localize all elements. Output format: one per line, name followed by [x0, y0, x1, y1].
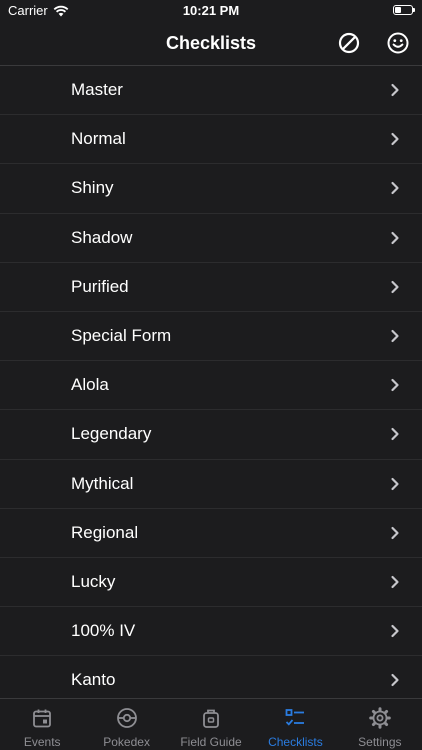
tab-bar: Events Pokedex Field Guide Checklists Settin…: [0, 698, 422, 750]
chevron-right-icon: [391, 624, 399, 638]
checklist-row-label: Mythical: [71, 473, 134, 493]
checklist-row-label: Master: [71, 80, 123, 99]
gear-icon: [369, 707, 391, 729]
tab-label: Pokedex: [103, 735, 150, 749]
status-bar: Carrier 10:21 PM: [0, 0, 422, 22]
prohibited-icon[interactable]: [337, 31, 361, 55]
checklist-list: Master Normal Shiny Shadow Purified Special F…: [0, 66, 422, 698]
calendar-icon: [33, 709, 52, 728]
checklist-row-label: Regional: [71, 522, 139, 542]
tab-label: Checklists: [268, 735, 323, 749]
tab-label: Events: [23, 735, 61, 749]
checklist-row[interactable]: Lucky: [0, 557, 422, 608]
checklist-row-label: Legendary: [71, 424, 152, 444]
navigation-bar: Checklists: [0, 22, 422, 66]
tab-field-guide[interactable]: Field Guide: [169, 699, 253, 750]
status-time: 10:21 PM: [182, 3, 240, 18]
chevron-right-icon: [391, 428, 399, 441]
checklist-row-label: Purified: [71, 276, 129, 296]
chevron-right-icon: [391, 83, 399, 97]
checklist-row-label: Normal: [71, 129, 126, 149]
chevron-right-icon: [391, 231, 399, 244]
checklist-row-label: Special Form: [71, 325, 172, 345]
checklist-row[interactable]: Master: [0, 66, 422, 116]
checklist-row[interactable]: Regional: [0, 508, 422, 558]
battery-icon: [393, 5, 415, 15]
checklist-row-label: Lucky: [71, 571, 116, 591]
chevron-right-icon: [391, 182, 399, 195]
tab-pokedex[interactable]: Pokedex: [84, 699, 168, 750]
checklist-row-label: Kanto: [71, 670, 116, 690]
checklist-row[interactable]: Special Form: [0, 311, 422, 362]
tab-label: Field Guide: [180, 735, 242, 749]
checklist-row[interactable]: Mythical: [0, 459, 422, 509]
checklist-row[interactable]: 100% IV: [0, 607, 422, 657]
checklist-row-label: Shiny: [71, 178, 114, 198]
chevron-right-icon: [391, 379, 399, 392]
tab-events[interactable]: Events: [0, 699, 84, 750]
checklist-icon: [286, 709, 305, 726]
chevron-right-icon: [391, 133, 399, 146]
chevron-right-icon: [391, 477, 399, 490]
chevron-right-icon: [391, 674, 399, 687]
checklist-row[interactable]: Shiny: [0, 164, 422, 214]
checklist-row[interactable]: Alola: [0, 361, 422, 411]
chevron-right-icon: [391, 526, 399, 539]
checklist-row-label: Alola: [71, 375, 109, 395]
pokeball-icon: [116, 708, 137, 728]
checklist-row[interactable]: Normal: [0, 115, 422, 165]
checklist-row[interactable]: Purified: [0, 262, 422, 312]
backpack-icon: [203, 709, 219, 728]
checklist-row-label: 100% IV: [71, 621, 136, 641]
chevron-right-icon: [391, 280, 399, 293]
chevron-right-icon: [391, 329, 399, 343]
tab-settings[interactable]: Settings: [338, 699, 422, 750]
checklist-row-label: Shadow: [71, 227, 133, 247]
smiley-icon[interactable]: [386, 31, 410, 55]
checklist-row[interactable]: Shadow: [0, 213, 422, 263]
tab-label: Settings: [358, 735, 402, 749]
chevron-right-icon: [391, 575, 399, 588]
checklist-row[interactable]: Kanto: [0, 656, 422, 698]
checklist-row[interactable]: Legendary: [0, 410, 422, 460]
tab-checklists[interactable]: Checklists: [253, 699, 337, 750]
